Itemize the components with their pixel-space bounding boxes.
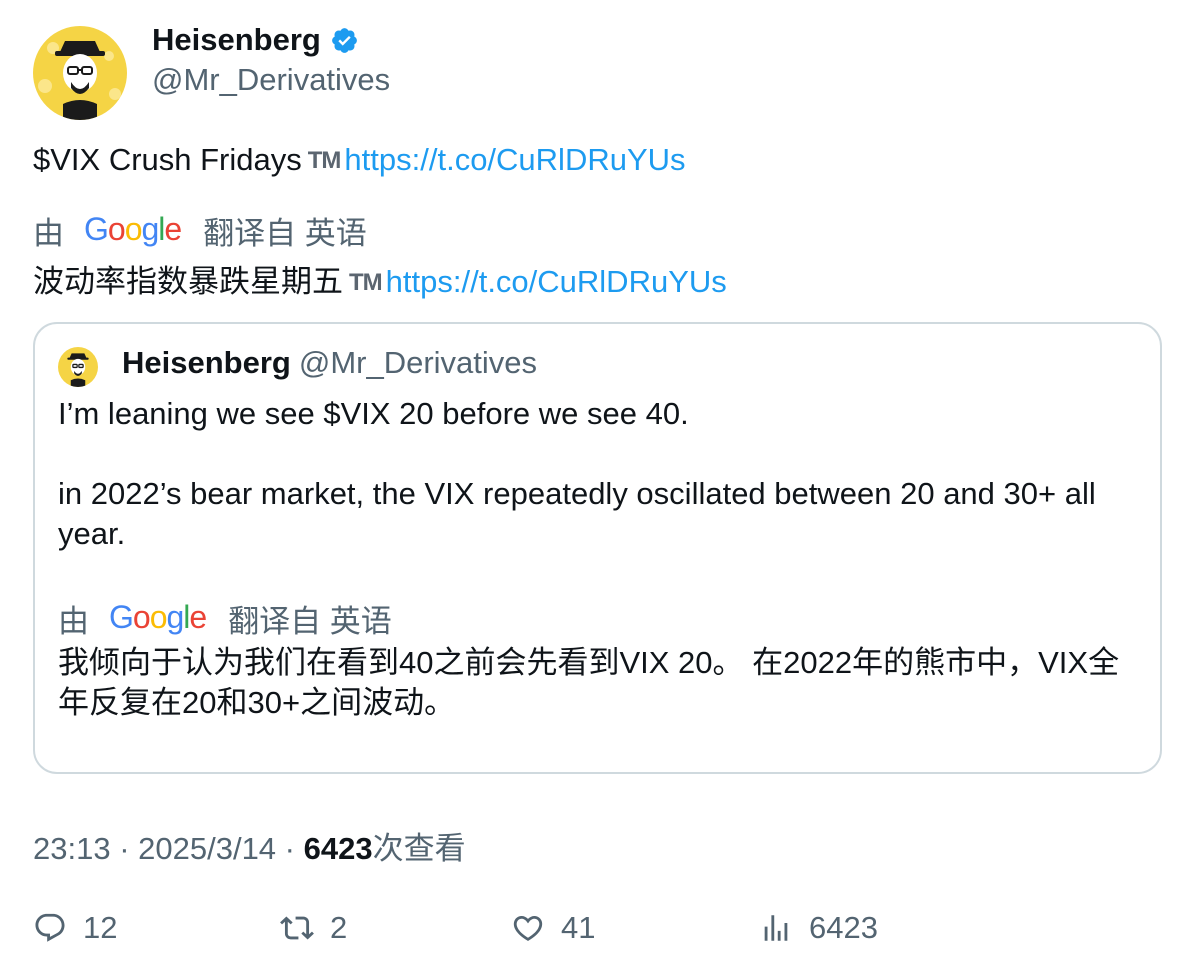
analytics-icon	[764, 915, 788, 941]
quoted-translation-attribution[interactable]: 由 Google 翻译自 英语	[58, 596, 392, 641]
quoted-handle: @Mr_Derivatives	[298, 345, 538, 380]
views-label: 次查看	[372, 831, 466, 866]
like-button[interactable]: 41	[511, 910, 595, 946]
quoted-author-avatar[interactable]	[58, 347, 98, 387]
meta-separator: ·	[276, 831, 304, 866]
views-button[interactable]: 6423	[759, 910, 878, 946]
quoted-line-2: in 2022’s bear market, the VIX repeatedl…	[58, 476, 1096, 551]
translation-from: 翻译自 英语	[203, 216, 367, 251]
translation-attribution[interactable]: 由 Google 翻译自 英语	[33, 208, 367, 253]
heisenberg-avatar-icon	[58, 347, 98, 387]
tweet-time[interactable]: 23:13	[33, 831, 111, 866]
quoted-translation-from: 翻译自 英语	[228, 604, 392, 639]
translated-text: 波动率指数暴跌星期五 TM https://t.co/CuRlDRuYUs	[33, 256, 727, 301]
verified-badge-icon[interactable]	[330, 26, 359, 55]
heisenberg-avatar-icon	[33, 26, 127, 120]
author-display-name[interactable]: Heisenberg	[152, 22, 359, 58]
like-count: 41	[561, 910, 596, 945]
author-handle[interactable]: @Mr_Derivatives	[152, 62, 390, 98]
reply-button[interactable]: 12	[33, 910, 117, 946]
google-logo: Google	[84, 211, 182, 247]
quoted-display-name: Heisenberg	[122, 345, 291, 380]
author-name-text: Heisenberg	[152, 22, 321, 57]
translated-body: 波动率指数暴跌星期五	[33, 264, 343, 299]
translated-link[interactable]: https://t.co/CuRlDRuYUs	[386, 264, 727, 299]
quoted-translated-text: 我倾向于认为我们在看到40之前会先看到VIX 20。 在2022年的熊市中，VI…	[58, 645, 1120, 720]
translation-by: 由	[33, 216, 64, 251]
tweet-body: $VIX Crush Fridays	[33, 142, 302, 177]
meta-separator: ·	[110, 831, 139, 866]
retweet-icon	[280, 916, 314, 940]
tm-symbol-translated: TM	[349, 269, 383, 296]
tm-symbol: TM	[307, 147, 342, 174]
views-count: 6423	[303, 831, 373, 866]
reply-count: 12	[83, 910, 118, 945]
tweet-text: $VIX Crush Fridays TM https://t.co/CuRlDRu…	[33, 142, 686, 178]
quoted-line-1: I’m leaning we see $VIX 20 before we see…	[58, 396, 689, 431]
tweet-date[interactable]: 2025/3/14	[138, 831, 276, 866]
quoted-translation-by: 由	[58, 604, 89, 639]
retweet-button[interactable]: 2	[280, 910, 347, 946]
google-logo: Google	[109, 599, 207, 635]
quoted-text: I’m leaning we see $VIX 20 before we see…	[58, 394, 1143, 554]
tweet-meta: 23:13 · 2025/3/14 · 6423次查看	[33, 823, 466, 868]
views-action-count: 6423	[809, 910, 878, 945]
quoted-author-line[interactable]: Heisenberg @Mr_Derivatives	[122, 345, 537, 381]
reply-icon	[35, 913, 65, 942]
tweet-link[interactable]: https://t.co/CuRlDRuYUs	[344, 142, 685, 177]
heart-icon	[513, 915, 543, 941]
retweet-count: 2	[330, 910, 348, 945]
author-avatar[interactable]	[33, 26, 127, 120]
